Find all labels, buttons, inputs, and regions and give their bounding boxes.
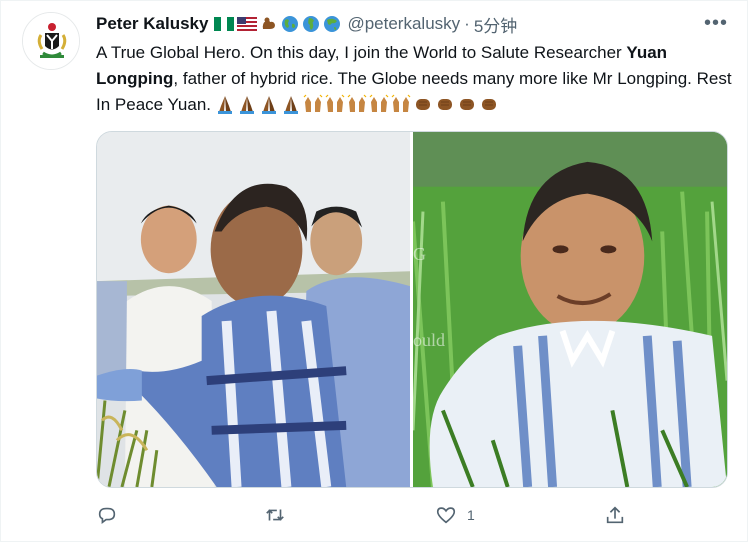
- like-button[interactable]: 1: [435, 500, 475, 530]
- raised-fist-icon: [438, 99, 453, 110]
- raised-hands-icon: [325, 94, 345, 112]
- raised-fist-icon: [482, 99, 497, 110]
- coat-of-arms-icon: [23, 13, 79, 69]
- folded-hands-icon: [262, 96, 277, 114]
- photo-watermark-top: G: [413, 244, 426, 264]
- globe-europe-africa-icon: [303, 16, 320, 32]
- separator-dot: ·: [464, 14, 470, 33]
- nigeria-flag-icon: [214, 17, 235, 31]
- retweet-button[interactable]: [264, 500, 286, 530]
- raised-fist-icon: [416, 99, 431, 110]
- retweet-icon: [266, 509, 284, 521]
- avatar[interactable]: [22, 12, 80, 70]
- tweet-text-part1: A True Global Hero. On this day, I join …: [96, 43, 627, 62]
- folded-hands-icon: [284, 96, 299, 114]
- name-emojis: [214, 15, 341, 33]
- folded-hands-icon: [218, 96, 233, 114]
- photo-right[interactable]: G ould: [413, 132, 727, 487]
- globe-asia-icon: [324, 16, 341, 32]
- more-options-button[interactable]: •••: [700, 10, 732, 36]
- timestamp[interactable]: 5分钟: [474, 12, 517, 37]
- reply-icon: [98, 507, 116, 524]
- action-bar: 1: [96, 500, 636, 530]
- more-icon: •••: [703, 12, 728, 34]
- raised-hands-icon: [303, 94, 323, 112]
- raised-hands-icon: [347, 94, 367, 112]
- tweet-media: G ould: [96, 131, 728, 488]
- tweet-text: A True Global Hero. On this day, I join …: [96, 40, 736, 118]
- globe-americas-icon: [282, 16, 299, 32]
- raised-fist-icon: [460, 99, 475, 110]
- folded-hands-icon: [240, 96, 255, 114]
- rice-field-photo-1: [97, 132, 410, 487]
- rice-field-photo-2: [413, 132, 727, 487]
- author-name[interactable]: Peter Kalusky: [96, 14, 208, 34]
- flexed-arm-icon: [263, 17, 276, 29]
- author-handle[interactable]: @peterkalusky: [347, 14, 460, 34]
- share-icon: [606, 506, 624, 524]
- photo-watermark: ould: [413, 330, 446, 350]
- us-flag-icon: [237, 17, 258, 31]
- raised-hands-icon: [369, 94, 389, 112]
- emoji-row: [215, 94, 499, 114]
- reply-button[interactable]: [96, 500, 118, 530]
- photo-left[interactable]: [97, 132, 410, 487]
- raised-hands-icon: [391, 94, 411, 112]
- share-button[interactable]: [604, 500, 626, 530]
- tweet-header: Peter Kalusky @peterkalusky · 5分钟: [96, 12, 517, 36]
- like-count: 1: [467, 507, 475, 523]
- heart-icon: [436, 507, 456, 524]
